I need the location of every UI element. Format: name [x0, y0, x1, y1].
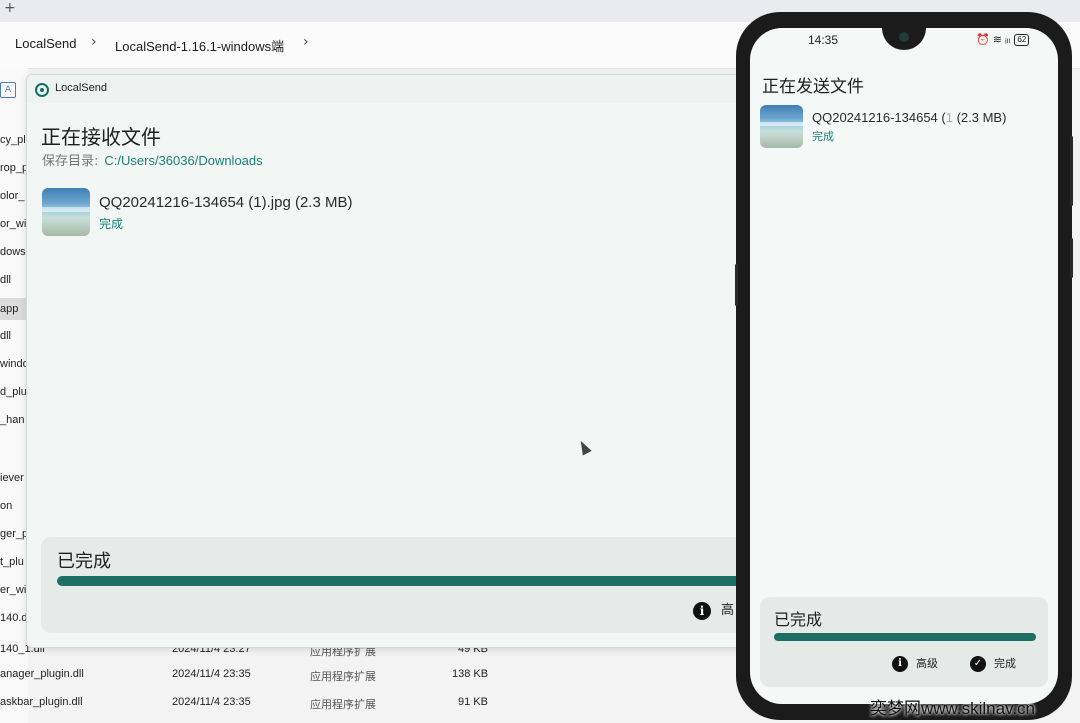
status-icons: ⏰ ≋ ᵢₗₗ 62	[976, 33, 1030, 47]
progress-bar	[774, 633, 1036, 641]
file-status: 完成	[99, 217, 124, 231]
advanced-button[interactable]: i高	[693, 599, 734, 620]
table-row[interactable]: anager_plugin.dll 2024/11/4 23:35 应用程序扩展…	[0, 665, 500, 685]
signal-wifi-alarm-icon: ⏰ ≋ ᵢₗₗ	[976, 34, 1011, 46]
phone-volume-button	[1070, 136, 1073, 206]
done-label: 完成	[994, 657, 1016, 670]
table-row[interactable]: askbar_plugin.dll 2024/11/4 23:35 应用程序扩展…	[0, 693, 500, 713]
file-type: 应用程序扩展	[310, 671, 376, 683]
list-item[interactable]: or_wi	[0, 218, 26, 230]
file-name: askbar_plugin.dll	[0, 696, 83, 708]
translate-icon[interactable]: A	[0, 82, 16, 98]
check-icon: ✓	[970, 656, 986, 672]
new-tab-button[interactable]: +	[4, 0, 16, 16]
list-item[interactable]: 140.d	[0, 612, 28, 624]
file-status: 完成	[812, 130, 834, 143]
save-directory-path[interactable]: C:/Users/36036/Downloads	[104, 153, 262, 168]
list-item[interactable]: d_plu	[0, 386, 27, 398]
advanced-label: 高级	[916, 657, 938, 670]
watermark-text: 奕梦网www.skilnav.cn	[870, 699, 1035, 718]
save-directory-label: 保存目录:	[42, 154, 99, 169]
breadcrumb-localsend-windows[interactable]: LocalSend-1.16.1-windows端	[115, 36, 284, 55]
list-item[interactable]: on	[0, 500, 12, 512]
breadcrumb-localsend[interactable]: LocalSend	[15, 36, 76, 51]
file-thumbnail-image	[42, 188, 90, 236]
file-name: QQ20241216-134654 (1).jpg (2.3 MB)	[99, 194, 353, 211]
chevron-right-icon: ›	[91, 34, 97, 50]
status-time: 14:35	[808, 33, 839, 47]
progress-bar-fill	[57, 576, 747, 586]
page-title: 正在接收文件	[41, 125, 161, 149]
explorer-file-list: A cy_plu rop_p olor_ or_wi dows dll app …	[0, 68, 32, 723]
list-item[interactable]: _han	[0, 414, 24, 426]
page-title: 正在发送文件	[762, 77, 864, 97]
list-item[interactable]: windo	[0, 358, 29, 370]
advanced-button[interactable]: i 高级	[892, 655, 938, 672]
phone-device: 14:35 ⏰ ≋ ᵢₗₗ 62 正在发送文件 QQ20241216-134654…	[735, 12, 1073, 720]
progress-status-title: 已完成	[774, 610, 823, 629]
progress-bar-fill	[774, 633, 1036, 641]
file-type: 应用程序扩展	[310, 699, 376, 711]
list-item[interactable]: dll	[0, 330, 11, 342]
phone-screen: 14:35 ⏰ ≋ ᵢₗₗ 62 正在发送文件 QQ20241216-134654…	[750, 28, 1058, 704]
info-icon: i	[892, 656, 908, 672]
file-date: 2024/11/4 23:35	[172, 696, 251, 708]
info-icon: i	[693, 601, 711, 620]
phone-side-button	[735, 264, 738, 306]
file-thumbnail-image	[760, 105, 803, 148]
mouse-cursor-icon	[576, 438, 592, 456]
list-item[interactable]: rop_p	[0, 162, 28, 174]
progress-panel: 已完成 i 高级 ✓ 完成	[760, 597, 1048, 687]
localsend-logo-icon	[35, 83, 49, 97]
file-name: anager_plugin.dll	[0, 668, 84, 680]
list-item[interactable]: olor_	[0, 190, 24, 202]
list-item[interactable]: dows	[0, 246, 26, 258]
file-date: 2024/11/4 23:35	[172, 668, 251, 680]
phone-power-button	[1070, 238, 1073, 278]
list-item[interactable]: iever	[0, 472, 24, 484]
file-name: QQ20241216-134654 (1 (2.3 MB)	[812, 110, 1007, 125]
chevron-right-icon[interactable]: ›	[303, 34, 309, 50]
save-directory: 保存目录: C:/Users/36036/Downloads	[42, 150, 263, 169]
file-size: 91 KB	[458, 696, 488, 708]
camera-notch	[882, 28, 926, 50]
battery-icon: 62	[1014, 34, 1030, 47]
localsend-desktop-window: LocalSend 正在接收文件 保存目录: C:/Users/36036/Dow…	[26, 74, 748, 648]
window-titlebar[interactable]: LocalSend	[27, 75, 747, 103]
list-item-selected[interactable]: app	[0, 298, 28, 320]
progress-panel: 已完成 i高	[41, 537, 747, 633]
progress-bar	[57, 576, 747, 586]
progress-status-title: 已完成	[57, 551, 111, 572]
list-item[interactable]: dll	[0, 274, 11, 286]
done-button[interactable]: ✓ 完成	[970, 655, 1016, 672]
list-item[interactable]: er_wi	[0, 584, 26, 596]
list-item[interactable]: ger_p	[0, 528, 28, 540]
advanced-label: 高	[721, 603, 735, 618]
window-title: LocalSend	[55, 82, 107, 94]
file-size: 138 KB	[452, 668, 489, 680]
list-item[interactable]: t_plu	[0, 556, 24, 568]
